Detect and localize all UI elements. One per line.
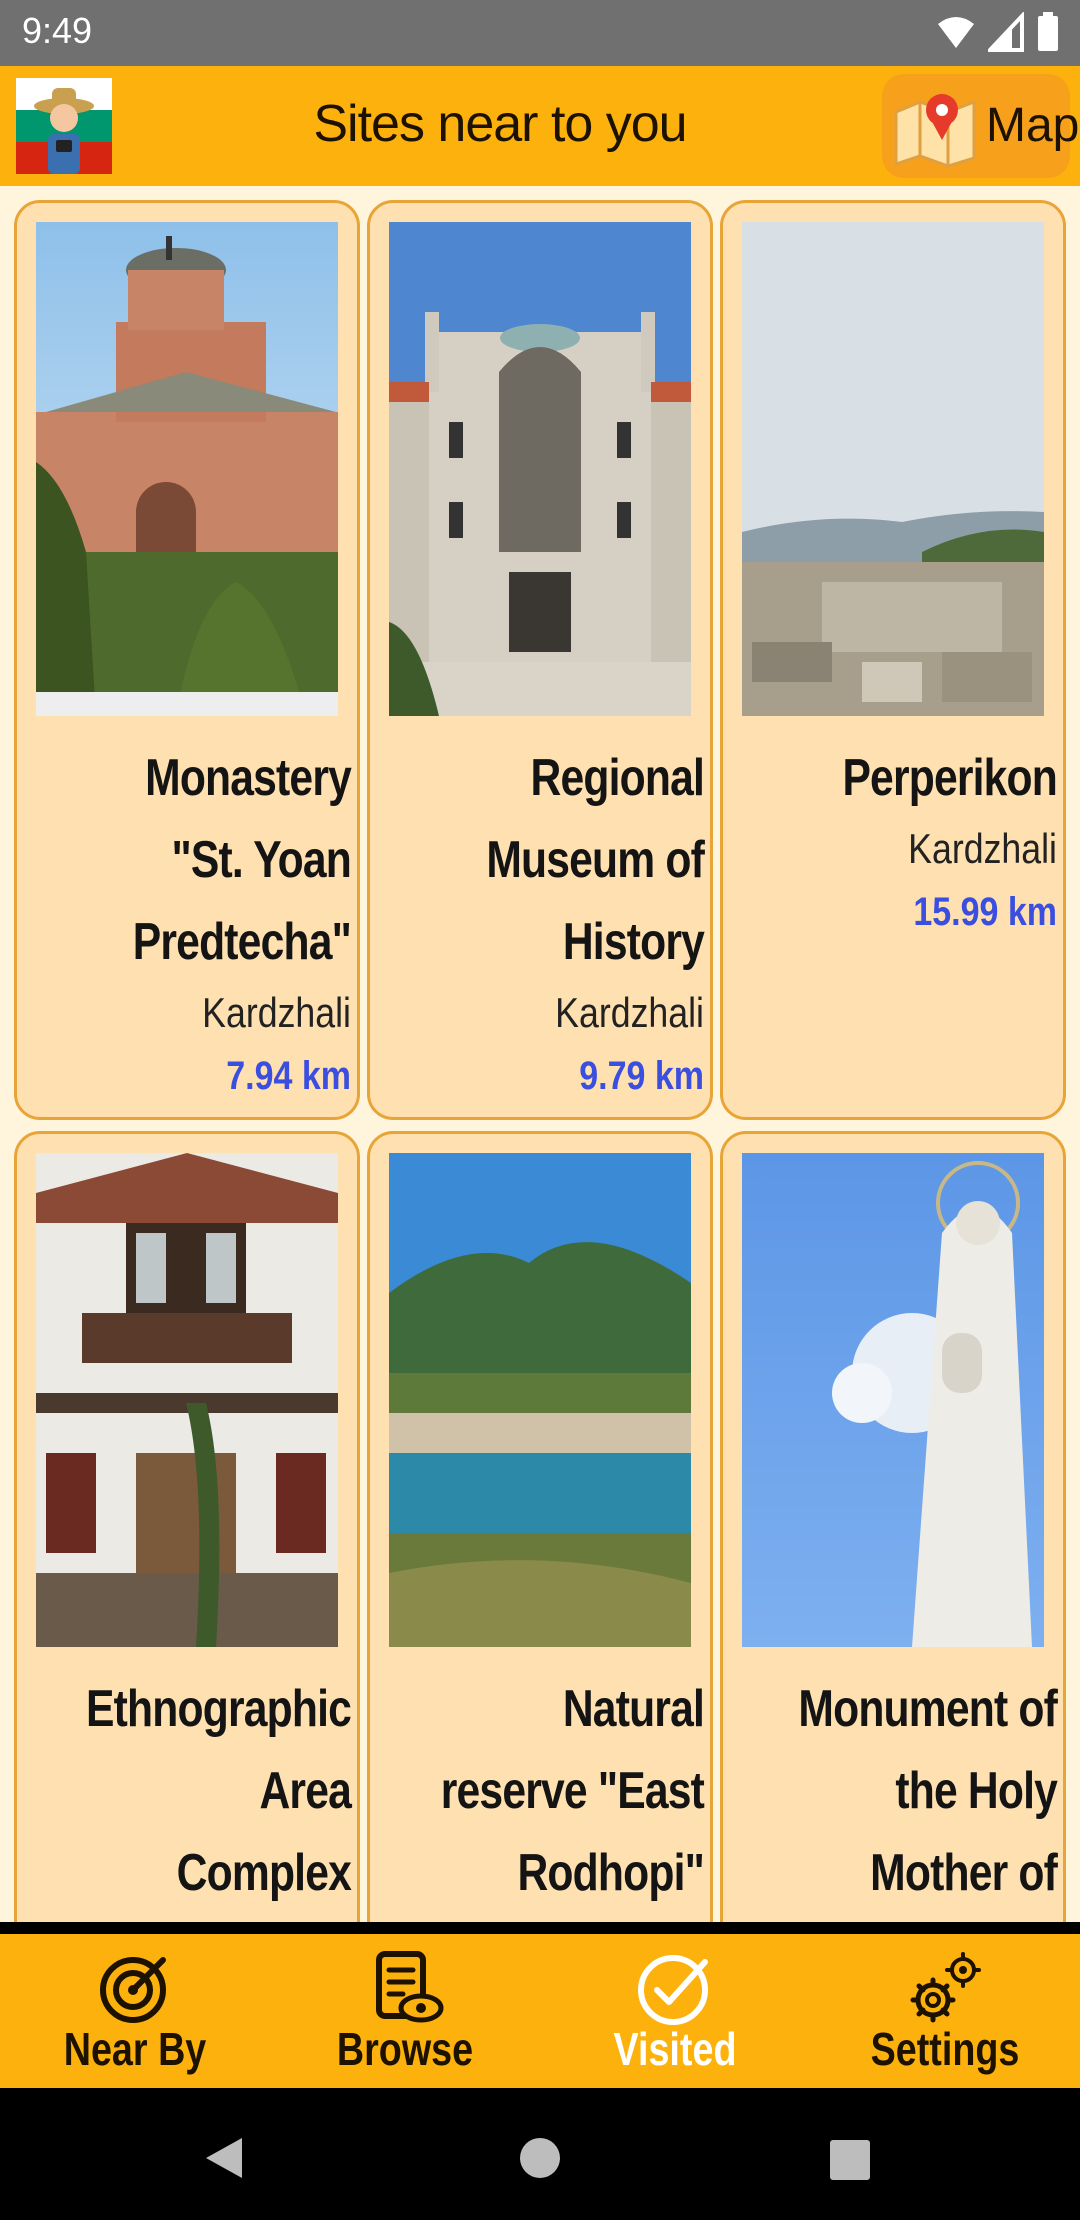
site-city: Kardzhali <box>908 825 1057 872</box>
site-info: Monastery "St. Yoan Predtecha" Kardzhali… <box>25 737 352 1109</box>
check-circle-icon <box>638 1955 708 2025</box>
recents-icon[interactable] <box>830 2140 870 2180</box>
site-title: Monastery "St. Yoan Predtecha" <box>132 749 352 971</box>
site-photo-monument <box>742 1153 1044 1647</box>
site-title: Natural reserve "East Rodhopi" <box>440 1680 705 1902</box>
site-card[interactable]: Regional Museum of History Kardzhali 9.7… <box>367 200 713 1120</box>
site-city: Kardzhali <box>202 989 351 1036</box>
cell-signal-icon <box>988 12 1024 52</box>
system-nav-bar <box>0 2088 1080 2220</box>
nav-settings[interactable]: Settings <box>810 1934 1080 2088</box>
site-info: Perperikon Kardzhali 15.99 km <box>731 737 1057 945</box>
nav-near-by[interactable]: Near By <box>0 1934 270 2088</box>
site-info: Regional Museum of History Kardzhali 9.7… <box>378 737 704 1109</box>
site-title: Ethnographic Area Complex <box>86 1680 352 1902</box>
status-icons <box>936 12 1060 52</box>
site-city: Kardzhali <box>555 989 704 1036</box>
site-photo-monastery <box>36 222 338 716</box>
page-title: Sites near to you <box>313 95 687 153</box>
gear-icon <box>910 1952 981 2023</box>
site-title: Perperikon <box>842 749 1057 807</box>
site-city: Madzharovo <box>427 1914 704 1922</box>
site-card[interactable]: Ethnographic Area Complex Zlatograd <box>14 1131 360 1922</box>
site-card[interactable]: Monument of the Holy Mother of God <box>720 1131 1066 1922</box>
site-info: Natural reserve "East Rodhopi" Madzharov… <box>378 1668 705 1922</box>
app-bar: Sites near to you Map <box>0 66 1080 186</box>
browse-doc-eye-icon <box>376 1951 444 2023</box>
status-bar: 9:49 <box>0 0 1080 66</box>
nav-visited[interactable]: Visited <box>540 1934 810 2088</box>
sites-grid: Monastery "St. Yoan Predtecha" Kardzhali… <box>0 186 1080 1922</box>
nav-label: Settings <box>870 2023 1020 2075</box>
bottom-nav: Near By Browse Visited Settings <box>0 1934 1080 2088</box>
site-photo-museum <box>389 222 691 716</box>
site-distance: 9.79 km <box>579 1054 704 1098</box>
target-icon <box>100 1957 166 2023</box>
site-card[interactable]: Monastery "St. Yoan Predtecha" Kardzhali… <box>14 200 360 1120</box>
wifi-icon <box>938 17 974 48</box>
site-title: Regional Museum of History <box>486 749 704 971</box>
site-title: Monument of the Holy Mother of God <box>798 1680 1057 1902</box>
battery-icon <box>1038 12 1058 51</box>
site-info: Monument of the Holy Mother of God <box>731 1668 1057 1922</box>
site-info: Ethnographic Area Complex Zlatograd <box>25 1668 352 1922</box>
back-icon[interactable] <box>204 2136 244 2180</box>
app-logo-icon <box>16 78 112 174</box>
site-card[interactable]: Natural reserve "East Rodhopi" Madzharov… <box>367 1131 713 1922</box>
nav-label: Near By <box>63 2023 207 2075</box>
nav-browse[interactable]: Browse <box>270 1934 540 2088</box>
map-pin-icon <box>894 94 976 168</box>
home-icon[interactable] <box>520 2138 560 2178</box>
site-distance: 7.94 km <box>226 1054 351 1098</box>
nav-label: Visited <box>613 2023 737 2075</box>
site-distance: 15.99 km <box>913 890 1057 934</box>
nav-label: Browse <box>336 2023 474 2075</box>
status-time: 9:49 <box>22 10 93 51</box>
site-photo-nature-reserve <box>389 1153 691 1647</box>
map-button-label: Map <box>986 99 1080 152</box>
site-card[interactable]: Perperikon Kardzhali 15.99 km <box>720 200 1066 1120</box>
site-photo-perperikon <box>742 222 1044 716</box>
map-button[interactable]: Map <box>882 74 1079 178</box>
site-city: Zlatograd <box>74 1914 351 1922</box>
site-photo-ethnographic <box>36 1153 338 1647</box>
